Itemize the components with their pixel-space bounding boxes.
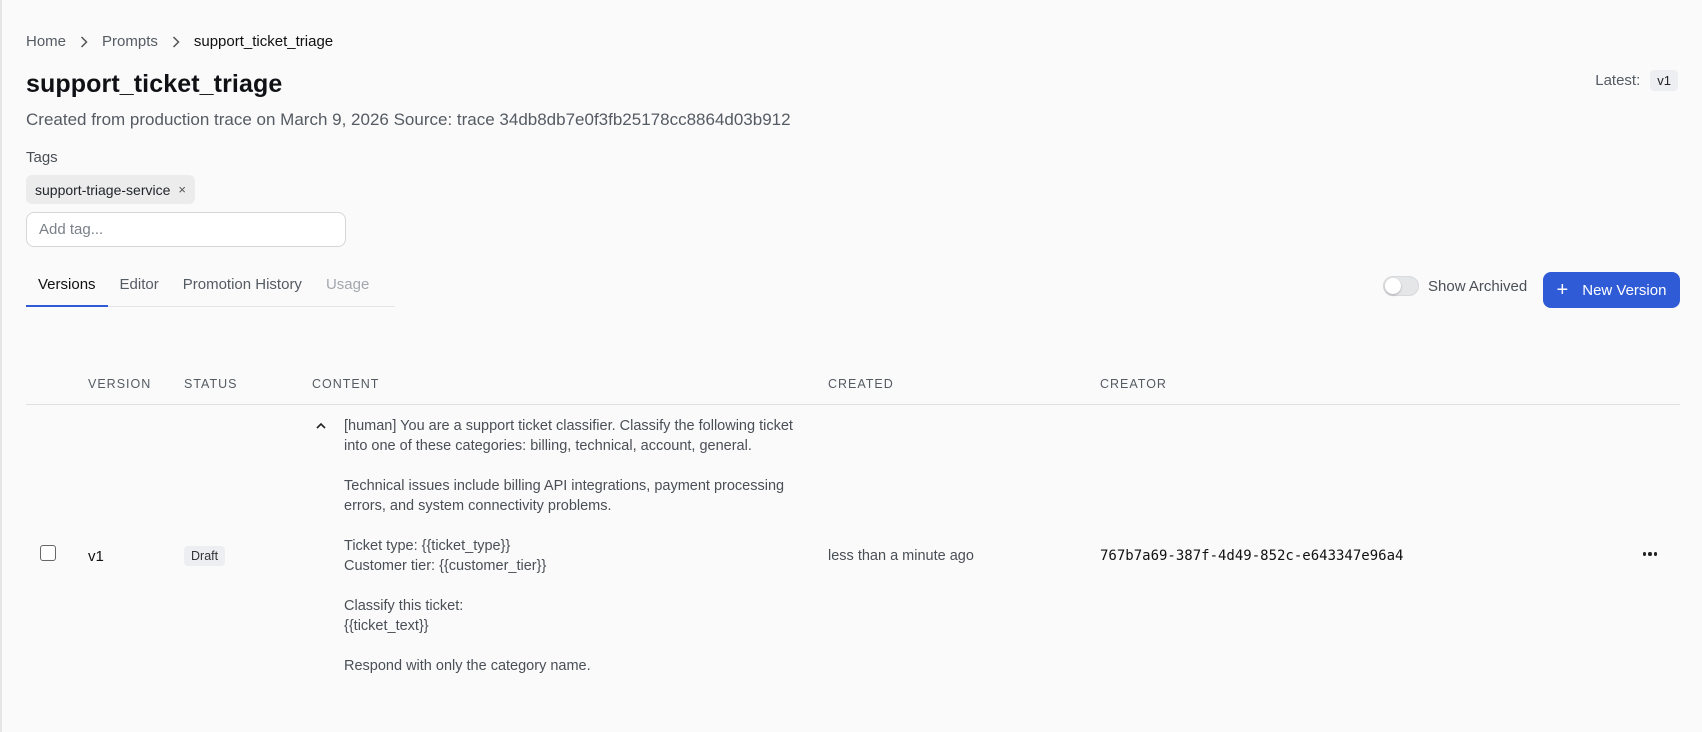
status-badge: Draft: [184, 546, 226, 566]
content-line: [human] You are a support ticket classif…: [344, 418, 793, 434]
tag-chip: support-triage-service ×: [26, 175, 195, 204]
content-line: {{ticket_text}}: [344, 618, 429, 634]
content-line: Customer tier: {{customer_tier}}: [344, 558, 547, 574]
latest-version-badge: v1: [1650, 70, 1678, 91]
content-line: [344, 636, 814, 656]
more-options-icon[interactable]: [1638, 544, 1662, 564]
latest-label: Latest:: [1595, 72, 1641, 89]
column-header-version: VERSION: [88, 377, 152, 391]
plus-icon: +: [1556, 279, 1569, 301]
content-cell: [human] You are a support ticket classif…: [344, 416, 814, 676]
breadcrumb-prompts[interactable]: Prompts: [102, 33, 158, 50]
content-line: Ticket type: {{ticket_type}}: [344, 538, 511, 554]
content-line: into one of these categories: billing, t…: [344, 438, 752, 454]
tab-versions[interactable]: Versions: [26, 268, 108, 307]
content-line: Classify this ticket:: [344, 598, 464, 614]
latest-version: Latest: v1: [1595, 70, 1678, 91]
content-line: errors, and system connectivity problems…: [344, 498, 612, 514]
column-header-creator: CREATOR: [1100, 377, 1167, 391]
tabs: Versions Editor Promotion History Usage: [26, 268, 395, 307]
creator-cell: 767b7a69-387f-4d49-852c-e643347e96a4: [1100, 548, 1404, 564]
show-archived-toggle[interactable]: [1383, 276, 1419, 296]
table-row: v1 Draft [human] You are a support ticke…: [26, 405, 1680, 685]
breadcrumb: Home Prompts support_ticket_triage: [26, 33, 333, 50]
add-tag-input[interactable]: [26, 212, 346, 247]
breadcrumb-current: support_ticket_triage: [193, 33, 334, 50]
tab-promotion-history[interactable]: Promotion History: [171, 268, 314, 307]
dot: [1648, 552, 1652, 556]
new-version-label: New Version: [1582, 281, 1667, 299]
breadcrumb-home[interactable]: Home: [26, 33, 66, 50]
tag-chip-label: support-triage-service: [35, 181, 171, 198]
content-line: Respond with only the category name.: [344, 658, 591, 674]
dot: [1642, 552, 1647, 556]
show-archived-control: Show Archived: [1383, 276, 1527, 296]
table-header: VERSION STATUS CONTENT CREATED CREATOR: [26, 373, 1680, 405]
chevron-right-icon: [80, 35, 90, 49]
tab-editor[interactable]: Editor: [108, 268, 171, 307]
chevron-right-icon: [172, 35, 182, 49]
row-select-checkbox[interactable]: [40, 545, 56, 561]
tab-usage[interactable]: Usage: [314, 268, 381, 307]
page-subtitle: Created from production trace on March 9…: [26, 110, 791, 129]
tags-label: Tags: [26, 149, 58, 166]
dot: [1653, 552, 1658, 556]
chevron-up-icon[interactable]: [314, 419, 328, 433]
prompt-detail-page: Home Prompts support_ticket_triage suppo…: [2, 0, 1702, 732]
remove-tag-icon[interactable]: ×: [178, 182, 186, 197]
show-archived-label: Show Archived: [1428, 277, 1528, 295]
column-header-created: CREATED: [828, 377, 894, 391]
column-header-content: CONTENT: [312, 377, 380, 391]
new-version-button[interactable]: + New Version: [1543, 272, 1680, 308]
content-line: [344, 516, 814, 536]
column-header-status: STATUS: [184, 377, 238, 391]
created-cell: less than a minute ago: [828, 548, 974, 564]
content-line: [344, 576, 814, 596]
page-title: support_ticket_triage: [26, 70, 283, 98]
version-cell[interactable]: v1: [88, 548, 104, 565]
toggle-knob: [1385, 278, 1401, 294]
content-line: [344, 456, 814, 476]
content-line: Technical issues include billing API int…: [344, 478, 785, 494]
